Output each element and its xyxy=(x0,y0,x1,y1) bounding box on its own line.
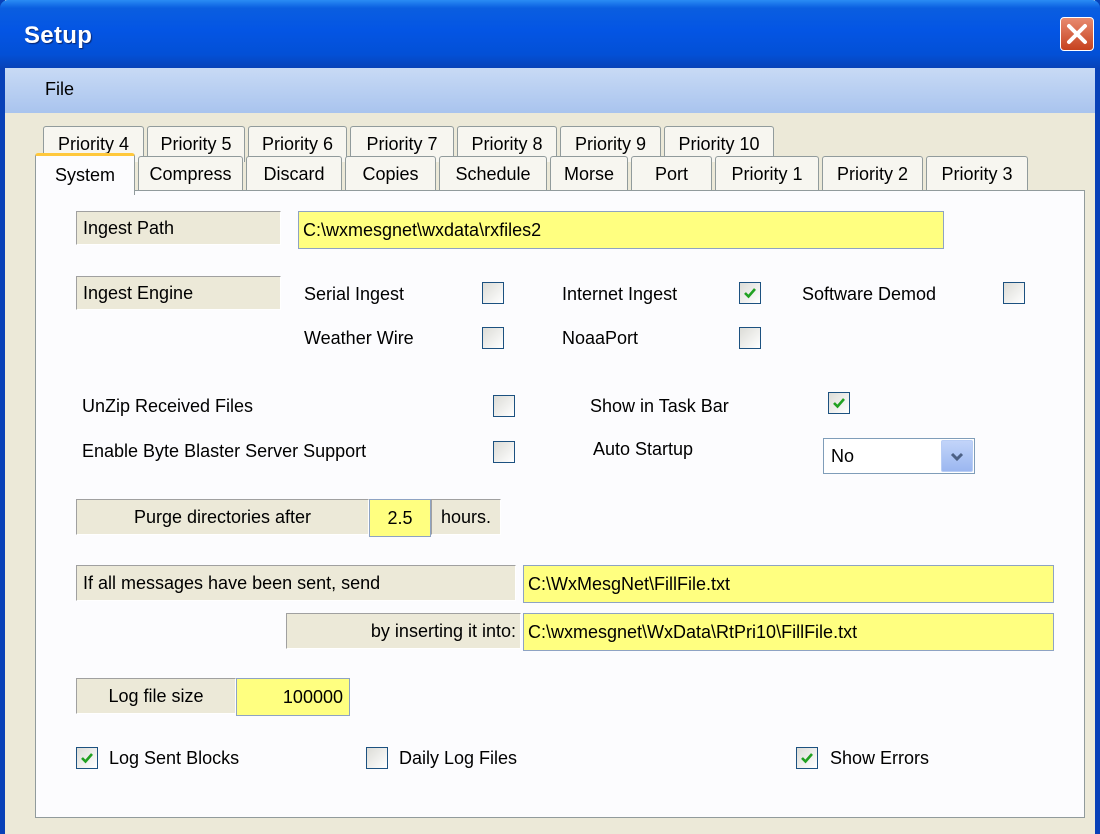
title-bar: Setup xyxy=(0,0,1100,68)
purge-unit-label: hours. xyxy=(431,499,501,535)
unzip-checkbox[interactable] xyxy=(493,395,515,417)
ingest-path-field[interactable]: C:\wxmesgnet\wxdata\rxfiles2 xyxy=(298,211,944,249)
tab-system[interactable]: System xyxy=(35,153,135,195)
internet-ingest-label: Internet Ingest xyxy=(562,284,678,304)
auto-startup-label: Auto Startup xyxy=(593,439,694,459)
tab-port[interactable]: Port xyxy=(631,156,712,192)
insert-into-label: by inserting it into: xyxy=(286,613,521,649)
show-errors-label: Show Errors xyxy=(830,748,930,768)
tab-compress[interactable]: Compress xyxy=(138,156,243,192)
tab-schedule[interactable]: Schedule xyxy=(439,156,547,192)
check-icon xyxy=(833,398,845,409)
ingest-engine-label: Ingest Engine xyxy=(76,276,281,310)
daily-logs-checkbox[interactable] xyxy=(366,747,388,769)
close-icon xyxy=(1067,24,1087,44)
chevron-down-icon xyxy=(950,452,964,462)
check-icon xyxy=(744,288,756,299)
log-size-label: Log file size xyxy=(76,678,236,714)
tab-priority-2[interactable]: Priority 2 xyxy=(822,156,923,192)
fill-file-label: If all messages have been sent, send xyxy=(76,565,516,601)
ingest-path-label: Ingest Path xyxy=(76,211,281,245)
byte-blaster-checkbox[interactable] xyxy=(493,441,515,463)
show-errors-checkbox[interactable] xyxy=(796,747,818,769)
show-taskbar-checkbox[interactable] xyxy=(828,392,850,414)
tab-morse[interactable]: Morse xyxy=(550,156,628,192)
serial-ingest-label: Serial Ingest xyxy=(304,284,405,304)
tab-priority-3[interactable]: Priority 3 xyxy=(926,156,1028,192)
weather-wire-label: Weather Wire xyxy=(304,328,414,348)
serial-ingest-checkbox[interactable] xyxy=(482,282,504,304)
insert-into-field[interactable]: C:\wxmesgnet\WxData\RtPri10\FillFile.txt xyxy=(523,613,1054,651)
menu-file[interactable]: File xyxy=(45,79,74,100)
fill-file-field[interactable]: C:\WxMesgNet\FillFile.txt xyxy=(523,565,1054,603)
purge-hours-field[interactable]: 2.5 xyxy=(369,499,431,537)
check-icon xyxy=(81,753,93,764)
noaaport-checkbox[interactable] xyxy=(739,327,761,349)
system-tab-panel: Ingest Path C:\wxmesgnet\wxdata\rxfiles2… xyxy=(35,190,1085,818)
purge-label: Purge directories after xyxy=(76,499,369,535)
byte-blaster-label: Enable Byte Blaster Server Support xyxy=(82,441,367,461)
tab-copies[interactable]: Copies xyxy=(345,156,436,192)
unzip-label: UnZip Received Files xyxy=(82,396,254,416)
tab-discard[interactable]: Discard xyxy=(246,156,342,192)
daily-logs-label: Daily Log Files xyxy=(399,748,518,768)
close-button[interactable] xyxy=(1060,17,1094,51)
setup-window: Setup File Priority 4 Priority 5 Priorit… xyxy=(0,0,1100,834)
dropdown-arrow-button[interactable] xyxy=(941,440,973,472)
software-demod-label: Software Demod xyxy=(802,284,937,304)
check-icon xyxy=(801,753,813,764)
window-title: Setup xyxy=(24,22,93,49)
menu-bar: File xyxy=(5,68,1095,113)
auto-startup-value: No xyxy=(831,446,855,466)
software-demod-checkbox[interactable] xyxy=(1003,282,1025,304)
log-size-field[interactable]: 100000 xyxy=(236,678,350,716)
noaaport-label: NoaaPort xyxy=(562,328,639,348)
internet-ingest-checkbox[interactable] xyxy=(739,282,761,304)
show-taskbar-label: Show in Task Bar xyxy=(590,396,729,416)
log-sent-label: Log Sent Blocks xyxy=(109,748,240,768)
weather-wire-checkbox[interactable] xyxy=(482,327,504,349)
auto-startup-select[interactable]: No xyxy=(823,438,975,474)
tab-priority-1[interactable]: Priority 1 xyxy=(715,156,819,192)
log-sent-checkbox[interactable] xyxy=(76,747,98,769)
